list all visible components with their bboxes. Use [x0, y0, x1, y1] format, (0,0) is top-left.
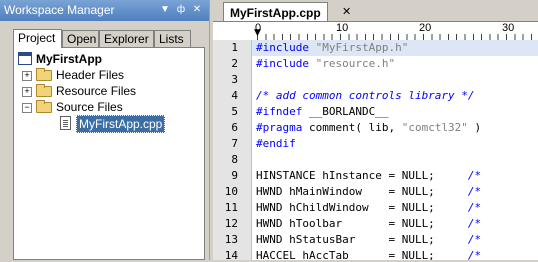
- line-number: 4: [231, 89, 238, 102]
- line-number: 7: [231, 137, 238, 150]
- application-icon: [18, 52, 32, 65]
- tree-folder-label: Header Files: [56, 68, 125, 82]
- workspace-title-bar: Workspace Manager ▼ ф ✕: [0, 0, 209, 21]
- code-line: HACCEL hAccTab = NULL; /*: [256, 249, 481, 260]
- code-token: HWND hToolbar = NULL;: [256, 217, 468, 230]
- code-line: #include "resource.h": [256, 57, 395, 70]
- string-token: "resource.h": [315, 57, 396, 70]
- tab-lists[interactable]: Lists: [154, 30, 191, 47]
- keyword-token: #endif: [256, 137, 296, 150]
- keyword-token: #include: [256, 57, 316, 70]
- code-line: HWND hChildWindow = NULL; /*: [256, 201, 481, 214]
- code-token: HWND hMainWindow = NULL;: [256, 185, 468, 198]
- folder-icon: [36, 68, 52, 81]
- comment-token: /*: [467, 249, 482, 260]
- line-number: 5: [231, 105, 238, 118]
- code-token: comment( lib,: [308, 121, 402, 134]
- expand-icon[interactable]: +: [22, 87, 32, 97]
- project-tree: MyFirstApp + Header Files + Resource Fil…: [13, 47, 205, 260]
- expand-icon[interactable]: +: [22, 71, 32, 81]
- code-line: #pragma comment( lib, "comctl32" ): [256, 121, 481, 134]
- line-number: 11: [224, 201, 238, 214]
- code-token: ): [467, 121, 482, 134]
- tab-explorer[interactable]: Explorer: [99, 30, 154, 47]
- comment-token: /*: [467, 233, 482, 246]
- code-line: #ifndef __BORLANDC__: [256, 105, 388, 118]
- code-line: #endif: [256, 137, 296, 150]
- tab-project[interactable]: Project: [13, 29, 62, 48]
- keyword-token: #ifndef: [256, 105, 309, 118]
- tree-root-label: MyFirstApp: [36, 52, 102, 66]
- folder-icon: [36, 84, 52, 97]
- line-number: 10: [224, 185, 238, 198]
- line-number: 9: [231, 169, 238, 182]
- code-token: HWND hChildWindow = NULL;: [256, 201, 468, 214]
- comment-token: /* add common controls library */: [256, 89, 475, 102]
- dropdown-icon[interactable]: ▼: [158, 3, 172, 17]
- line-number: 6: [231, 121, 238, 134]
- ruler-label: 10: [336, 22, 349, 34]
- code-line: HWND hMainWindow = NULL; /*: [256, 185, 481, 198]
- code-area[interactable]: #include "MyFirstApp.h" #include "resourc…: [252, 40, 538, 260]
- line-number: 13: [224, 233, 238, 246]
- collapse-icon[interactable]: −: [22, 103, 32, 113]
- workspace-title: Workspace Manager: [4, 3, 115, 17]
- keyword-token: #pragma: [256, 121, 309, 134]
- comment-token: /*: [467, 217, 482, 230]
- tree-file-label: MyFirstApp.cpp: [76, 115, 166, 133]
- close-tab-icon[interactable]: ✕: [342, 2, 351, 22]
- close-icon[interactable]: ✕: [190, 3, 204, 17]
- comment-token: /*: [467, 185, 482, 198]
- ruler-caret-icon: ▼: [254, 28, 261, 38]
- ruler-label: 20: [419, 22, 432, 34]
- line-number: 14: [224, 249, 238, 262]
- line-number: 1: [231, 41, 238, 54]
- line-number-gutter: 1 2 3 4 5 6 7 8 9 10 11 12 13 14: [213, 40, 252, 262]
- tab-open[interactable]: Open: [62, 30, 99, 47]
- string-token: "MyFirstApp.h": [315, 41, 409, 54]
- line-number: 3: [231, 73, 238, 86]
- code-token: HINSTANCE hInstance = NULL;: [256, 169, 468, 182]
- code-line: /* add common controls library */: [256, 89, 475, 102]
- comment-token: /*: [467, 169, 482, 182]
- editor-tab-title: MyFirstApp.cpp: [230, 6, 321, 20]
- code-editor: MyFirstApp.cpp ✕ 0 10 20 30 ▼ 1234567891…: [213, 0, 538, 262]
- column-ruler: 0 10 20 30 ▼: [213, 21, 538, 41]
- open-folder-icon: [36, 100, 52, 113]
- code-line: HWND hToolbar = NULL; /*: [256, 217, 481, 230]
- string-token: "comctl32": [401, 121, 468, 134]
- line-number: 12: [224, 217, 238, 230]
- keyword-token: #include: [256, 41, 316, 54]
- pin-icon[interactable]: ф: [174, 3, 188, 17]
- file-icon: [60, 116, 71, 130]
- code-token: HACCEL hAccTab = NULL;: [256, 249, 468, 260]
- code-line: #include "MyFirstApp.h": [256, 41, 408, 54]
- ruler-label: 30: [502, 22, 515, 34]
- line-number: 2: [231, 57, 238, 70]
- code-line: HWND hStatusBar = NULL; /*: [256, 233, 481, 246]
- editor-tab[interactable]: MyFirstApp.cpp: [223, 2, 328, 22]
- tree-folder-label: Resource Files: [56, 84, 137, 98]
- code-token: __BORLANDC__: [308, 105, 389, 118]
- workspace-manager-panel: Workspace Manager ▼ ф ✕ Project Open Exp…: [0, 0, 210, 260]
- line-number: 8: [231, 153, 238, 166]
- tree-folder-label: Source Files: [56, 100, 123, 114]
- code-token: HWND hStatusBar = NULL;: [256, 233, 468, 246]
- code-line: HINSTANCE hInstance = NULL; /*: [256, 169, 481, 182]
- comment-token: /*: [467, 201, 482, 214]
